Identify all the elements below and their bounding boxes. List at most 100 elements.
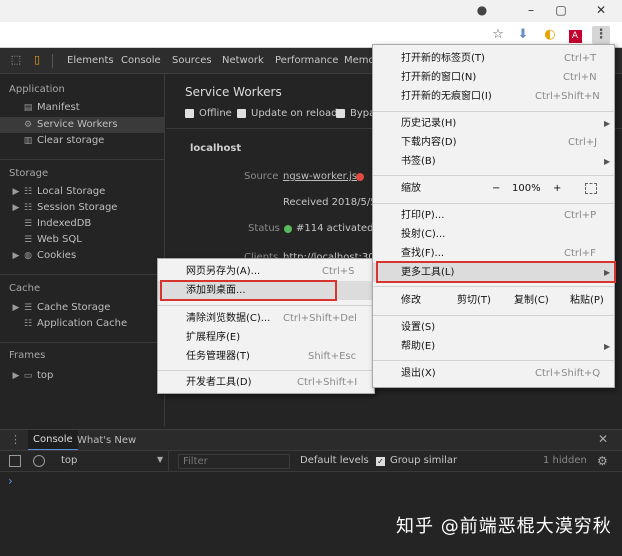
menu-item-help[interactable]: 帮助(E) ▶: [373, 337, 614, 356]
tab-network[interactable]: Network: [222, 48, 264, 74]
paste-button[interactable]: 粘贴(P): [570, 291, 604, 310]
console-toolbar: top ▼ Filter Default levels ▼ ✓ Group si…: [0, 450, 622, 472]
menu-item-label: 历史记录(H): [401, 118, 457, 129]
expand-arrow-icon[interactable]: ▶: [10, 300, 22, 316]
expand-arrow-icon[interactable]: ▶: [10, 368, 22, 384]
sidebar-divider: [0, 274, 165, 275]
expand-arrow-icon[interactable]: ▶: [10, 200, 22, 216]
sidebar-item-service-workers[interactable]: ⚙ Service Workers: [0, 117, 165, 133]
menu-divider: [158, 305, 374, 306]
sidebar-item-label: Local Storage: [37, 186, 106, 197]
offline-checkbox[interactable]: [185, 109, 194, 118]
filter-placeholder: Filter: [183, 456, 208, 467]
sidebar-section-frames: Frames: [9, 350, 46, 361]
database-icon: ☰: [23, 303, 33, 313]
chrome-menu-button[interactable]: ⋮: [592, 26, 610, 44]
moon-extension-icon[interactable]: ◐: [541, 26, 559, 44]
close-drawer-icon[interactable]: ✕: [598, 432, 608, 446]
sidebar-item-session-storage[interactable]: ▶ ☷ Session Storage: [0, 200, 165, 216]
console-prompt[interactable]: ›: [8, 474, 13, 488]
tab-whats-new[interactable]: What's New: [77, 430, 136, 451]
context-select[interactable]: top ▼: [57, 451, 169, 471]
tab-elements[interactable]: Elements: [67, 48, 114, 74]
storage-grid-icon: ☷: [23, 187, 33, 197]
menu-item-save-page-as[interactable]: 网页另存为(A)... Ctrl+S: [158, 262, 374, 281]
download-extension-icon[interactable]: ⬇: [514, 26, 532, 44]
menu-item-history[interactable]: 历史记录(H) ▶: [373, 114, 614, 133]
group-similar-checkbox[interactable]: ✓: [376, 457, 385, 466]
profile-icon[interactable]: ●: [474, 2, 490, 18]
drawer-menu-icon[interactable]: ⋮: [10, 433, 21, 446]
sidebar-item-cookies[interactable]: ▶ ◍ Cookies: [0, 248, 165, 264]
tab-memory[interactable]: Memo: [344, 48, 375, 74]
sidebar-item-label: Application Cache: [37, 318, 128, 329]
frame-icon: ▭: [23, 371, 33, 381]
zoom-in-button[interactable]: +: [553, 179, 561, 198]
menu-item-label: 打开新的无痕窗口(I): [401, 91, 492, 102]
close-window-button[interactable]: ✕: [586, 0, 616, 20]
sidebar-item-indexeddb[interactable]: ☰ IndexedDB: [0, 216, 165, 232]
sidebar-item-label: Cookies: [37, 250, 77, 261]
cut-button[interactable]: 剪切(T): [457, 291, 491, 310]
device-toolbar-icon[interactable]: ▯: [30, 53, 44, 67]
bookmark-star-icon[interactable]: ☆: [489, 26, 507, 44]
menu-divider: [373, 111, 614, 112]
window-titlebar: ● – ▢ ✕: [0, 0, 622, 22]
menu-item-label: 扩展程序(E): [186, 332, 241, 343]
menu-item-print[interactable]: 打印(P)... Ctrl+P: [373, 206, 614, 225]
show-sidebar-icon[interactable]: [9, 455, 21, 467]
source-link[interactable]: ngsw-worker.js: [283, 171, 357, 182]
database-icon: ☰: [23, 219, 33, 229]
sw-host: localhost: [190, 143, 242, 154]
sidebar-item-label: Session Storage: [37, 202, 118, 213]
submenu-arrow-icon: ▶: [604, 119, 611, 128]
expand-arrow-icon[interactable]: ▶: [10, 184, 22, 200]
sidebar-item-label: top: [37, 370, 54, 381]
sidebar-item-cache-storage[interactable]: ▶ ☰ Cache Storage: [0, 300, 165, 316]
sidebar-item-clear-storage[interactable]: ▥ Clear storage: [0, 133, 165, 149]
filter-input[interactable]: Filter: [178, 454, 290, 469]
inspect-element-icon[interactable]: ⬚: [9, 53, 23, 67]
menu-item-label: 投射(C)...: [401, 229, 446, 240]
sidebar-item-frame-top[interactable]: ▶ ▭ top: [0, 368, 165, 384]
storage-grid-icon: ☷: [23, 319, 33, 329]
expand-arrow-icon[interactable]: ▶: [10, 248, 22, 264]
bypass-network-checkbox[interactable]: [336, 109, 345, 118]
menu-item-task-manager[interactable]: 任务管理器(T) Shift+Esc: [158, 347, 374, 366]
menu-item-exit[interactable]: 退出(X) Ctrl+Shift+Q: [373, 364, 614, 383]
minimize-button[interactable]: –: [516, 0, 546, 20]
menu-item-new-tab[interactable]: 打开新的标签页(T) Ctrl+T: [373, 49, 614, 68]
angular-extension-icon[interactable]: A: [566, 26, 584, 44]
tab-console[interactable]: Console: [121, 48, 161, 74]
sidebar-divider: [0, 342, 165, 343]
sidebar-item-local-storage[interactable]: ▶ ☷ Local Storage: [0, 184, 165, 200]
menu-item-new-window[interactable]: 打开新的窗口(N) Ctrl+N: [373, 68, 614, 87]
menu-divider: [373, 360, 614, 361]
fullscreen-icon[interactable]: [585, 183, 597, 194]
page-title: Service Workers: [185, 85, 282, 99]
tab-console-drawer[interactable]: Console: [28, 430, 78, 451]
menu-item-cast[interactable]: 投射(C)...: [373, 225, 614, 244]
zoom-out-button[interactable]: −: [492, 179, 500, 198]
tab-performance[interactable]: Performance: [275, 48, 338, 74]
log-levels-select[interactable]: Default levels ▼: [300, 455, 382, 466]
clear-console-icon[interactable]: [33, 455, 45, 467]
update-on-reload-checkbox[interactable]: [237, 109, 246, 118]
sidebar-item-manifest[interactable]: ▤ Manifest: [0, 100, 165, 116]
sidebar-item-application-cache[interactable]: ☷ Application Cache: [0, 316, 165, 332]
menu-item-new-incognito-window[interactable]: 打开新的无痕窗口(I) Ctrl+Shift+N: [373, 87, 614, 106]
menu-item-developer-tools[interactable]: 开发者工具(D) Ctrl+Shift+I: [158, 373, 374, 392]
drawer-tabbar: ⋮ Console What's New ✕: [0, 429, 622, 451]
menu-item-extensions[interactable]: 扩展程序(E): [158, 328, 374, 347]
maximize-button[interactable]: ▢: [546, 0, 576, 20]
menu-item-label: 清除浏览数据(C)...: [186, 313, 271, 324]
console-settings-gear-icon[interactable]: ⚙: [597, 454, 608, 468]
sidebar-item-web-sql[interactable]: ☰ Web SQL: [0, 232, 165, 248]
tab-sources[interactable]: Sources: [172, 48, 212, 74]
copy-button[interactable]: 复制(C): [514, 291, 549, 310]
menu-item-clear-browsing-data[interactable]: 清除浏览数据(C)... Ctrl+Shift+Del: [158, 309, 374, 328]
menu-item-downloads[interactable]: 下载内容(D) Ctrl+J: [373, 133, 614, 152]
menu-item-settings[interactable]: 设置(S): [373, 318, 614, 337]
menu-item-shortcut: Ctrl+Shift+Q: [535, 368, 601, 379]
menu-item-bookmarks[interactable]: 书签(B) ▶: [373, 152, 614, 171]
